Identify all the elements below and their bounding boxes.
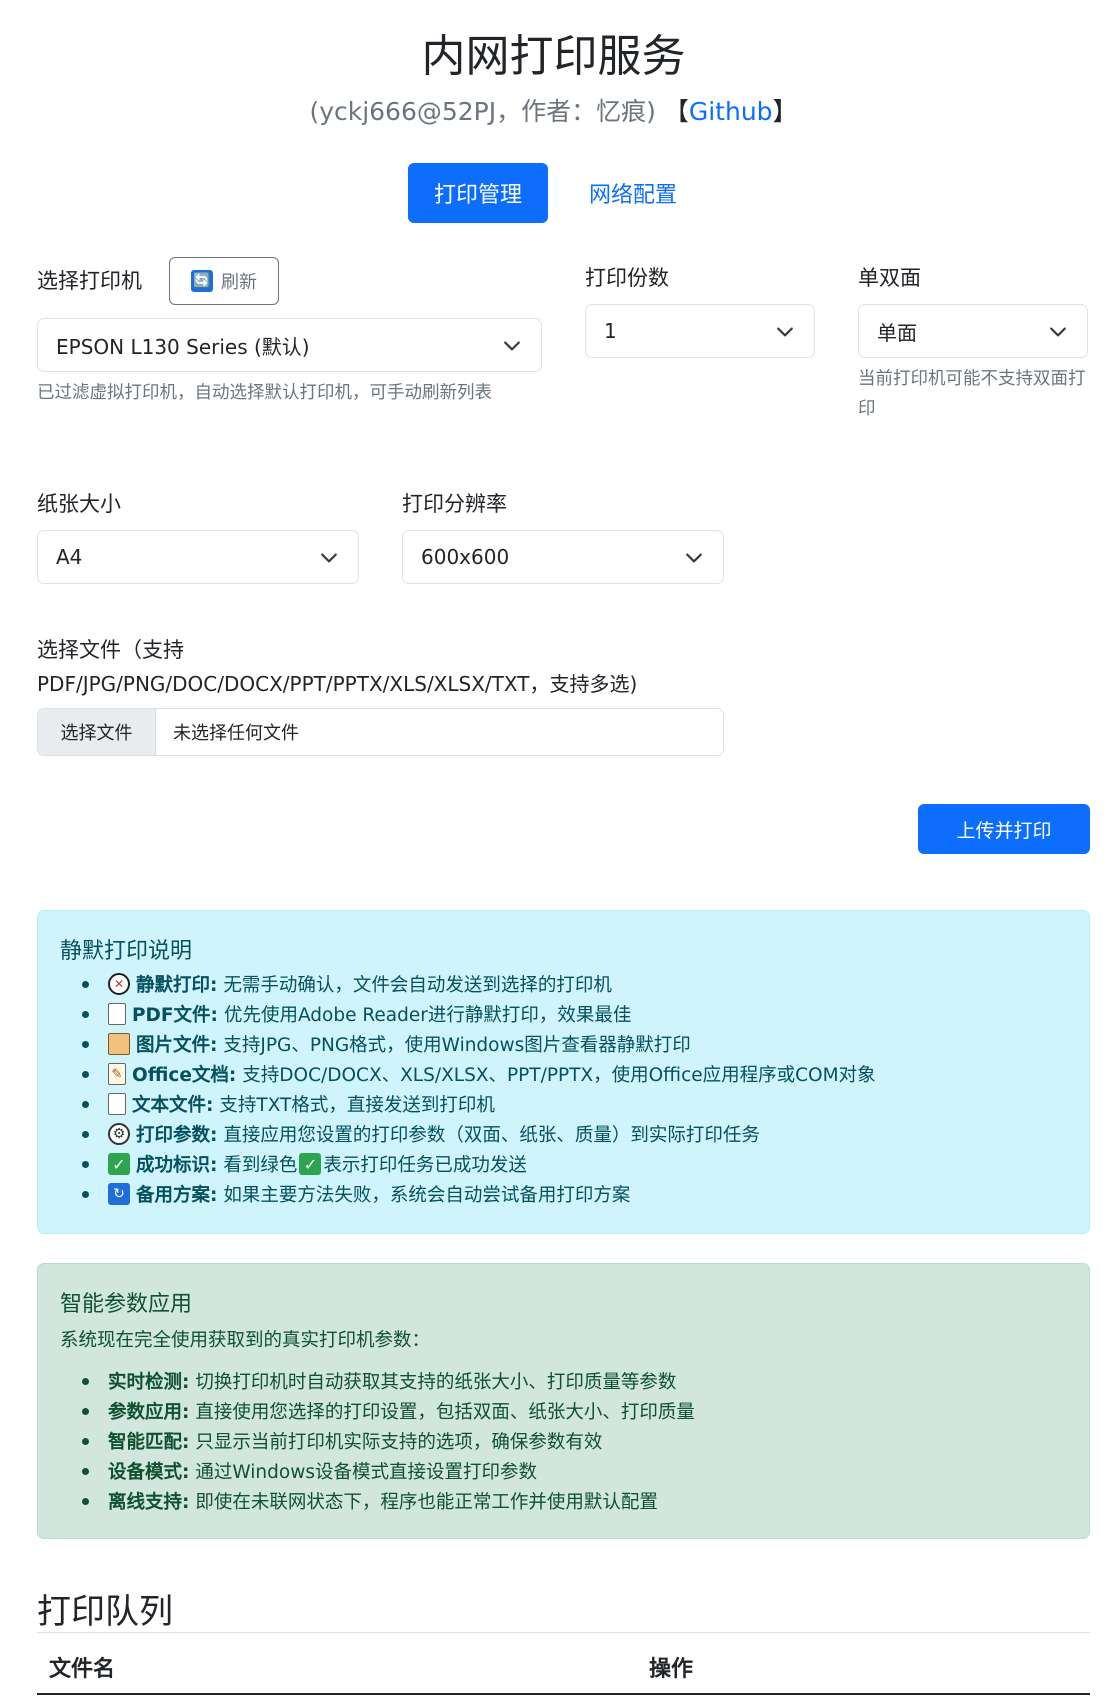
list-item: ↻ 备用方案: 如果主要方法失败，系统会自动尝试备用打印方案 [82,1179,876,1209]
tab-print-management[interactable]: 打印管理 [408,163,548,223]
list-item: ✎ Office文档: 支持DOC/DOCX、XLS/XLSX、PPT/PPTX，使… [82,1059,876,1089]
success-alert-intro: 系统现在完全使用获取到的真实打印机参数： [60,1330,431,1351]
check-icon: ✓ [299,1153,322,1175]
refresh-button[interactable]: 🔄 刷新 [169,257,279,305]
bracket-close: 】 [772,97,798,126]
document-icon [108,1003,126,1025]
list-item: ✓ 成功标识: 看到绿色 ✓ 表示打印任务已成功发送 [82,1149,876,1179]
duplex-select[interactable]: 单面 [858,304,1088,358]
silent-print-info-alert: 静默打印说明 ✕ 静默打印: 无需手动确认，文件会自动发送到选择的打印机 PDF文件… [37,910,1090,1234]
list-item: 图片文件: 支持JPG、PNG格式，使用Windows图片查看器静默打印 [82,1029,876,1059]
list-item: 参数应用: 直接使用您选择的打印设置，包括双面、纸张大小、打印质量 [82,1396,695,1426]
list-item: 实时检测: 切换打印机时自动获取其支持的纸张大小、打印质量等参数 [82,1366,695,1396]
duplex-hint: 当前打印机可能不支持双面打印 [858,369,1086,419]
chevron-down-icon [1050,327,1066,337]
mute-icon: ✕ [108,973,130,995]
memo-icon: ✎ [108,1063,126,1085]
file-label-line2: PDF/JPG/PNG/DOC/DOCX/PPT/PPTX/XLS/XLSX/T… [37,672,638,696]
resolution-select[interactable]: 600x600 [402,530,724,584]
file-input[interactable]: 选择文件 未选择任何文件 [37,708,724,756]
github-link[interactable]: Github [689,97,773,126]
refresh-icon: 🔄 [191,270,213,292]
refresh-icon: ↻ [108,1183,130,1205]
paper-label: 纸张大小 [37,492,121,516]
list-item: 离线支持: 即使在未联网状态下，程序也能正常工作并使用默认配置 [82,1486,695,1516]
gear-icon: ⚙ [108,1123,130,1145]
file-status: 未选择任何文件 [173,723,299,744]
upload-print-button[interactable]: 上传并打印 [918,804,1090,854]
file-label-line1: 选择文件（支持 [37,638,184,662]
print-queue-title: 打印队列 [37,1592,173,1632]
copies-select[interactable]: 1 [585,304,815,358]
bracket-open: 【 [663,97,689,126]
list-item: 智能匹配: 只显示当前打印机实际支持的选项，确保参数有效 [82,1426,695,1456]
tab-network-config[interactable]: 网络配置 [568,163,698,223]
column-header-actions: 操作 [649,1657,694,1682]
paper-select[interactable]: A4 [37,530,359,584]
author-info: (yckj666@52PJ，作者：忆痕) [309,97,656,126]
list-item: PDF文件: 优先使用Adobe Reader进行静默打印，效果最佳 [82,999,876,1029]
duplex-select-value: 单面 [877,320,917,345]
printer-label: 选择打印机 [37,269,142,293]
chevron-down-icon [321,553,337,563]
copies-select-value: 1 [604,319,617,343]
picture-icon [108,1033,130,1055]
list-item: 设备模式: 通过Windows设备模式直接设置打印参数 [82,1456,695,1486]
chevron-down-icon [504,341,520,351]
info-alert-list: ✕ 静默打印: 无需手动确认，文件会自动发送到选择的打印机 PDF文件: 优先使用Ad… [82,969,876,1209]
success-alert-title: 智能参数应用 [60,1292,193,1317]
success-alert-list: 实时检测: 切换打印机时自动获取其支持的纸张大小、打印质量等参数 参数应用: 直接使… [82,1366,695,1516]
document-icon [108,1093,126,1115]
list-item: ✕ 静默打印: 无需手动确认，文件会自动发送到选择的打印机 [82,969,876,999]
printer-select[interactable]: EPSON L130 Series (默认) [37,318,542,372]
page-subtitle: (yckj666@52PJ，作者：忆痕) 【Github】 [0,92,1107,128]
resolution-select-value: 600x600 [421,545,510,569]
chevron-down-icon [777,327,793,337]
copies-label: 打印份数 [585,266,669,290]
list-item: ⚙ 打印参数: 直接应用您设置的打印参数（双面、纸张、质量）到实际打印任务 [82,1119,876,1149]
chevron-down-icon [686,553,702,563]
list-item: 文本文件: 支持TXT格式，直接发送到打印机 [82,1089,876,1119]
choose-file-button[interactable]: 选择文件 [38,709,156,755]
paper-select-value: A4 [56,545,83,569]
printer-select-value: EPSON L130 Series (默认) [56,334,310,359]
info-alert-title: 静默打印说明 [60,939,193,964]
resolution-label: 打印分辨率 [402,492,507,516]
printer-hint: 已过滤虚拟打印机，自动选择默认打印机，可手动刷新列表 [37,383,492,403]
refresh-label: 刷新 [221,272,257,293]
column-header-filename: 文件名 [49,1657,116,1682]
page-title: 内网打印服务 [421,31,686,82]
table-header-divider [37,1693,1090,1695]
print-queue-table: 文件名 操作 [37,1632,1090,1696]
smart-params-alert: 智能参数应用 系统现在完全使用获取到的真实打印机参数： 实时检测: 切换打印机时自… [37,1263,1090,1539]
check-icon: ✓ [108,1153,130,1175]
duplex-label: 单双面 [858,266,921,290]
